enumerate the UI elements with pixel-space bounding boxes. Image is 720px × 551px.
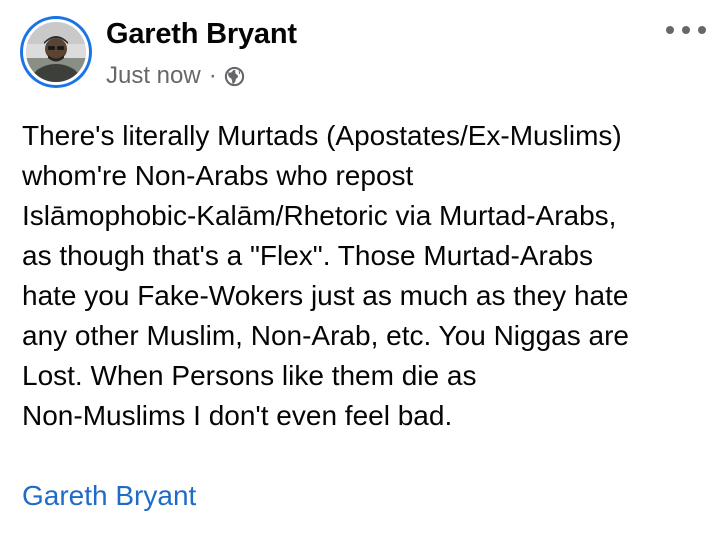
avatar[interactable] — [20, 16, 92, 88]
author-name[interactable]: Gareth Bryant — [106, 18, 297, 51]
dot-icon — [666, 26, 674, 34]
dot-icon — [698, 26, 706, 34]
post-timestamp[interactable]: Just now — [106, 62, 201, 90]
more-options-icon[interactable] — [666, 18, 706, 42]
post-meta: Just now · — [106, 62, 245, 90]
author-profile-link[interactable]: Gareth Bryant — [22, 476, 196, 516]
post-body-text: There's literally Murtads (Apostates/Ex-… — [22, 120, 629, 431]
globe-icon[interactable] — [224, 66, 245, 87]
dot-icon — [682, 26, 690, 34]
facebook-post: Gareth Bryant Just now · There's literal… — [0, 0, 720, 551]
meta-separator: · — [208, 62, 217, 89]
profile-photo — [23, 19, 89, 85]
profile-photo-icon — [26, 22, 86, 82]
